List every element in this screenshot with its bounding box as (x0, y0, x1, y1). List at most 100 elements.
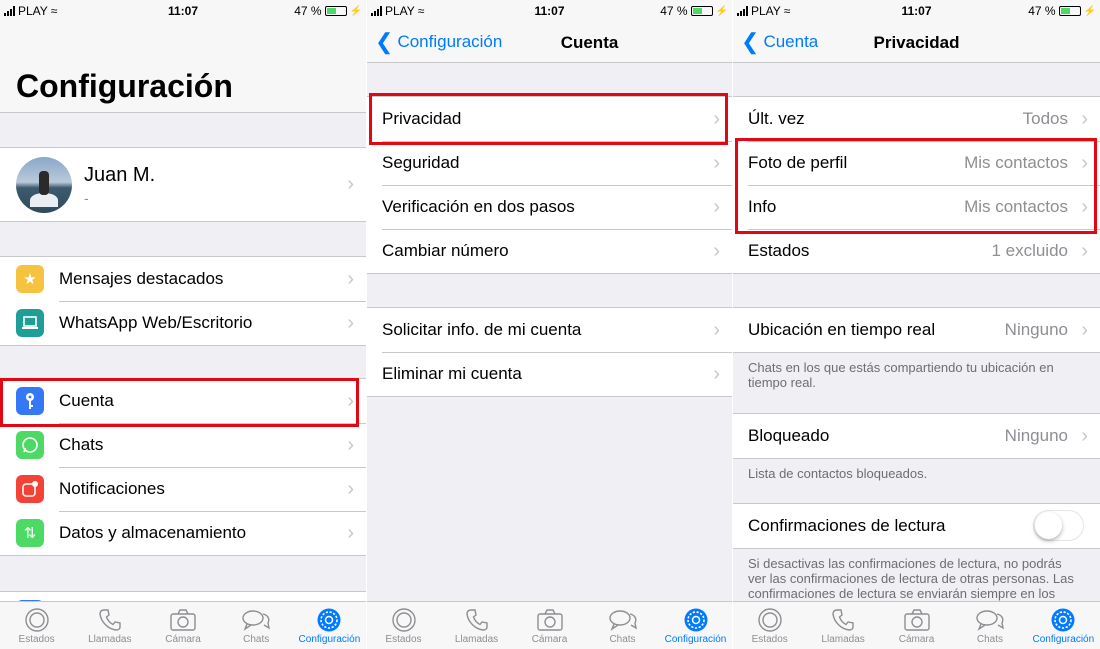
tab-label: Estados (18, 634, 55, 645)
live-location-item[interactable]: Ubicación en tiempo real Ninguno › (733, 308, 1100, 352)
status-bar: PLAY ≈ 11:07 47 % ⚡ (733, 0, 1100, 24)
tab-llamadas[interactable]: Llamadas (73, 602, 146, 649)
tab-bar: Estados Llamadas Cámara Chats Configuración (0, 601, 366, 649)
chevron-left-icon: ❮ (375, 29, 394, 54)
settings-gear-icon (659, 606, 732, 634)
tab-estados[interactable]: Estados (367, 602, 440, 649)
tab-configuración[interactable]: Configuración (659, 602, 732, 649)
item-value: Ninguno (1004, 320, 1068, 339)
nav-bar: ❮ Configuración Cuenta (367, 24, 732, 63)
live-location-group: Ubicación en tiempo real Ninguno › (733, 307, 1100, 353)
account-group-1: Privacidad › Seguridad › Verificación en d… (367, 96, 732, 274)
notification-icon (16, 475, 44, 503)
chevron-right-icon: › (1081, 107, 1088, 130)
item-label: Datos y almacenamiento (59, 523, 247, 542)
chevron-right-icon: › (1081, 239, 1088, 262)
security-item[interactable]: Seguridad › (367, 141, 732, 185)
account-screen: PLAY ≈ 11:07 47 % ⚡ ❮ Configuración Cuenta … (367, 0, 732, 649)
tab-label: Chats (609, 634, 636, 645)
chevron-right-icon: › (713, 195, 720, 218)
battery-icon (324, 6, 347, 16)
tab-label: Chats (243, 634, 270, 645)
tab-chats[interactable]: Chats (953, 602, 1026, 649)
chevron-right-icon: › (1081, 151, 1088, 174)
chevron-right-icon: › (347, 311, 354, 334)
tab-llamadas[interactable]: Llamadas (806, 602, 879, 649)
tab-estados[interactable]: Estados (733, 602, 806, 649)
tab-chats[interactable]: Chats (220, 602, 293, 649)
avatar (16, 157, 72, 213)
chevron-right-icon: › (347, 521, 354, 544)
chats-item[interactable]: Chats › (0, 423, 366, 467)
chevron-right-icon: › (347, 389, 354, 412)
last-seen-item[interactable]: Últ. vez Todos › (733, 97, 1100, 141)
camera-icon (513, 606, 586, 634)
tab-label: Estados (751, 634, 788, 645)
notifications-item[interactable]: Notificaciones › (0, 467, 366, 511)
chevron-right-icon: › (1081, 195, 1088, 218)
tab-label: Llamadas (454, 634, 499, 645)
about-item[interactable]: Info Mis contactos › (733, 185, 1100, 229)
item-value: Ninguno (1004, 426, 1068, 445)
chat-bubbles-icon (953, 606, 1026, 634)
battery-percent: 47 % (660, 4, 688, 18)
tab-label: Configuración (664, 634, 727, 645)
tab-estados[interactable]: Estados (0, 602, 73, 649)
privacy-group-1: Últ. vez Todos › Foto de perfil Mis contact… (733, 96, 1100, 274)
charging-icon: ⚡ (715, 5, 728, 17)
item-label: Chats (59, 435, 104, 454)
blocked-group: Bloqueado Ninguno › (733, 413, 1100, 459)
delete-account-item[interactable]: Eliminar mi cuenta › (367, 352, 732, 396)
large-title-bar: Configuración (0, 24, 366, 113)
status-bar: PLAY ≈ 11:07 47 % ⚡ (367, 0, 732, 24)
tab-llamadas[interactable]: Llamadas (440, 602, 513, 649)
item-value: 1 excluido (991, 241, 1068, 260)
status-icon (0, 606, 73, 634)
blocked-item[interactable]: Bloqueado Ninguno › (733, 414, 1100, 458)
privacy-item[interactable]: Privacidad › (367, 97, 732, 141)
status-bar: PLAY ≈ 11:07 47 % ⚡ (0, 0, 366, 24)
item-value: Todos (1022, 109, 1068, 128)
chevron-right-icon: › (347, 173, 354, 195)
nav-title: Cuenta (560, 33, 619, 52)
key-icon (16, 387, 44, 415)
chevron-right-icon: › (1081, 424, 1088, 447)
tab-label: Configuración (1032, 634, 1095, 645)
item-label: Confirmaciones de lectura (748, 516, 946, 535)
phone-icon (440, 606, 513, 634)
chevron-right-icon: › (713, 107, 720, 130)
phone-icon (73, 606, 146, 634)
live-location-note: Chats en los que estás compartiendo tu u… (748, 360, 1054, 390)
change-number-item[interactable]: Cambiar número › (367, 229, 732, 273)
chevron-right-icon: › (1081, 318, 1088, 341)
profile-photo-item[interactable]: Foto de perfil Mis contactos › (733, 141, 1100, 185)
whatsapp-web-item[interactable]: WhatsApp Web/Escritorio › (0, 301, 366, 345)
chevron-right-icon: › (347, 477, 354, 500)
account-item[interactable]: Cuenta › (0, 379, 366, 423)
settings-group-2: Cuenta › Chats › Notificaciones › ⇅ Dato… (0, 378, 366, 556)
item-label: Ubicación en tiempo real (748, 320, 936, 339)
settings-gear-icon (1027, 606, 1100, 634)
status-icon (733, 606, 806, 634)
read-receipts-item: Confirmaciones de lectura (733, 504, 1100, 548)
chevron-right-icon: › (713, 318, 720, 341)
read-receipts-group: Confirmaciones de lectura (733, 503, 1100, 549)
item-label: Verificación en dos pasos (382, 197, 575, 216)
starred-messages-item[interactable]: ★ Mensajes destacados › (0, 257, 366, 301)
tab-cámara[interactable]: Cámara (880, 602, 953, 649)
two-step-item[interactable]: Verificación en dos pasos › (367, 185, 732, 229)
request-info-item[interactable]: Solicitar info. de mi cuenta › (367, 308, 732, 352)
tab-configuración[interactable]: Configuración (293, 602, 366, 649)
charging-icon: ⚡ (1083, 5, 1096, 17)
tab-cámara[interactable]: Cámara (146, 602, 219, 649)
battery-percent: 47 % (1028, 4, 1056, 18)
profile-status: - (84, 190, 89, 206)
tab-cámara[interactable]: Cámara (513, 602, 586, 649)
data-storage-item[interactable]: ⇅ Datos y almacenamiento › (0, 511, 366, 555)
profile-row[interactable]: Juan M. - › (0, 147, 366, 222)
status-privacy-item[interactable]: Estados 1 excluido › (733, 229, 1100, 273)
item-label: Notificaciones (59, 479, 165, 498)
tab-configuración[interactable]: Configuración (1027, 602, 1100, 649)
tab-chats[interactable]: Chats (586, 602, 659, 649)
read-receipts-toggle[interactable] (1033, 510, 1084, 541)
